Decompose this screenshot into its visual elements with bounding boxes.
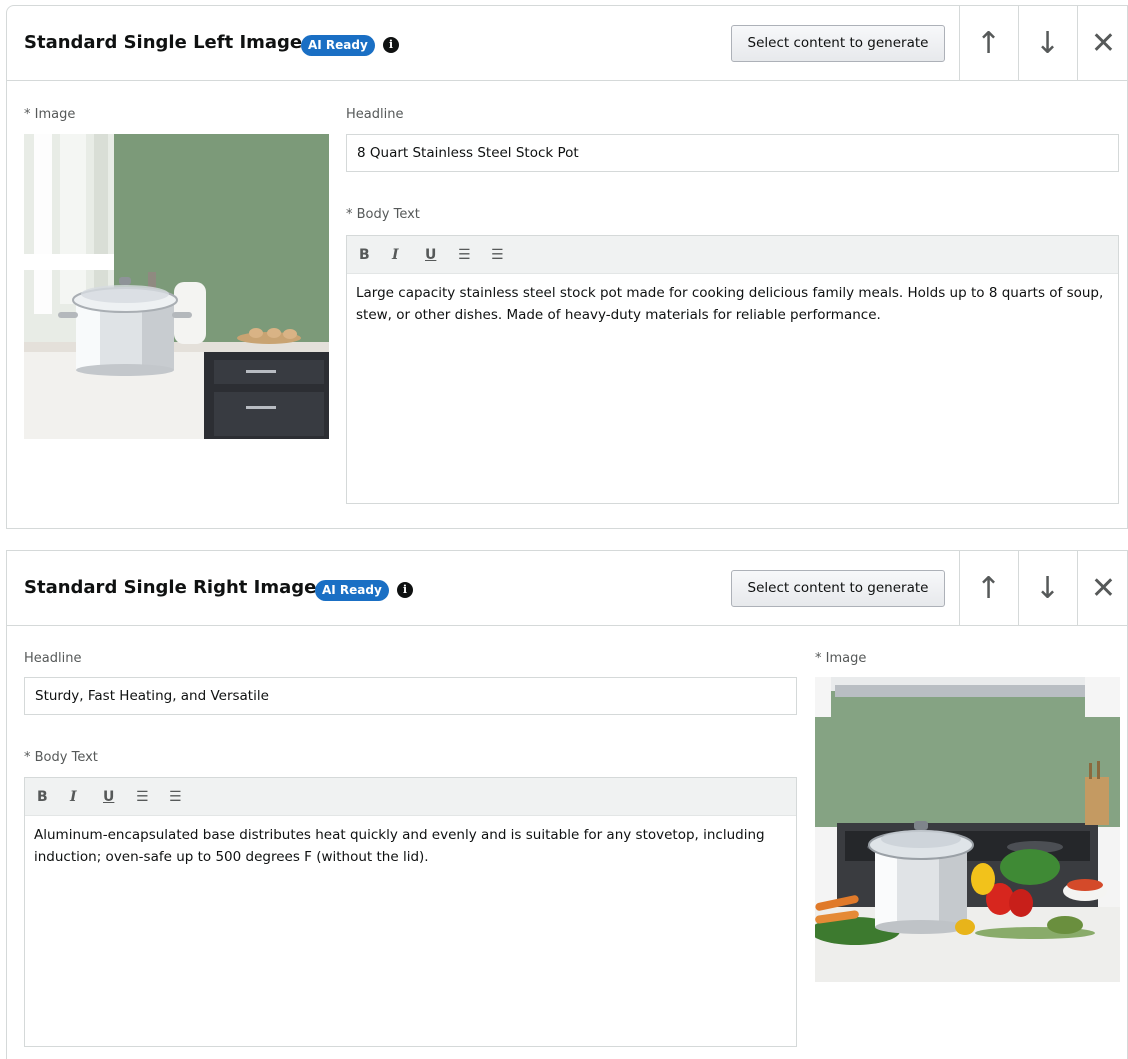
image-label: * Image [815, 651, 867, 666]
stock-pot-kitchen-image [24, 134, 329, 439]
headline-label: Headline [346, 107, 404, 122]
editor-toolbar: B I U ☰ ☰ [25, 778, 796, 816]
module-header: Standard Single Left Image AI Ready i Se… [7, 6, 1127, 81]
select-content-to-generate-button[interactable]: Select content to generate [731, 25, 945, 62]
underline-button[interactable]: U [103, 789, 136, 805]
body-text-content[interactable]: Aluminum-encapsulated base distributes h… [25, 816, 796, 876]
select-content-to-generate-button[interactable]: Select content to generate [731, 570, 945, 607]
bulleted-list-icon[interactable]: ☰ [136, 789, 169, 805]
info-icon[interactable]: i [397, 582, 413, 598]
ai-ready-badge: AI Ready [301, 35, 375, 56]
italic-button[interactable]: I [392, 247, 425, 263]
module-standard-single-right-image: Standard Single Right Image AI Ready i S… [6, 550, 1128, 1059]
product-image[interactable] [815, 677, 1120, 982]
headline-label: Headline [24, 651, 82, 666]
image-label: * Image [24, 107, 76, 122]
move-down-icon[interactable]: ↓ [1018, 551, 1076, 626]
stock-pot-stove-vegetables-image [815, 677, 1120, 982]
numbered-list-icon[interactable]: ☰ [491, 247, 524, 263]
ai-ready-badge: AI Ready [315, 580, 389, 601]
close-icon[interactable]: ✕ [1077, 6, 1128, 81]
move-down-icon[interactable]: ↓ [1018, 6, 1076, 81]
body-text-content[interactable]: Large capacity stainless steel stock pot… [347, 274, 1118, 334]
product-image[interactable] [24, 134, 329, 439]
bulleted-list-icon[interactable]: ☰ [458, 247, 491, 263]
body-text-label: * Body Text [346, 207, 420, 222]
move-up-icon[interactable]: ↑ [959, 551, 1017, 626]
info-icon[interactable]: i [383, 37, 399, 53]
underline-button[interactable]: U [425, 247, 458, 263]
italic-button[interactable]: I [70, 789, 103, 805]
headline-input[interactable]: Sturdy, Fast Heating, and Versatile [24, 677, 797, 715]
module-standard-single-left-image: Standard Single Left Image AI Ready i Se… [6, 5, 1128, 529]
editor-toolbar: B I U ☰ ☰ [347, 236, 1118, 274]
body-text-label: * Body Text [24, 750, 98, 765]
headline-input[interactable]: 8 Quart Stainless Steel Stock Pot [346, 134, 1119, 172]
module-header: Standard Single Right Image AI Ready i S… [7, 551, 1127, 626]
move-up-icon[interactable]: ↑ [959, 6, 1017, 81]
bold-button[interactable]: B [37, 789, 70, 805]
module-title: Standard Single Left Image [24, 32, 303, 53]
module-title: Standard Single Right Image [24, 577, 317, 598]
bold-button[interactable]: B [359, 247, 392, 263]
body-text-editor[interactable]: B I U ☰ ☰ Aluminum-encapsulated base dis… [24, 777, 797, 1047]
numbered-list-icon[interactable]: ☰ [169, 789, 202, 805]
body-text-editor[interactable]: B I U ☰ ☰ Large capacity stainless steel… [346, 235, 1119, 504]
close-icon[interactable]: ✕ [1077, 551, 1128, 626]
